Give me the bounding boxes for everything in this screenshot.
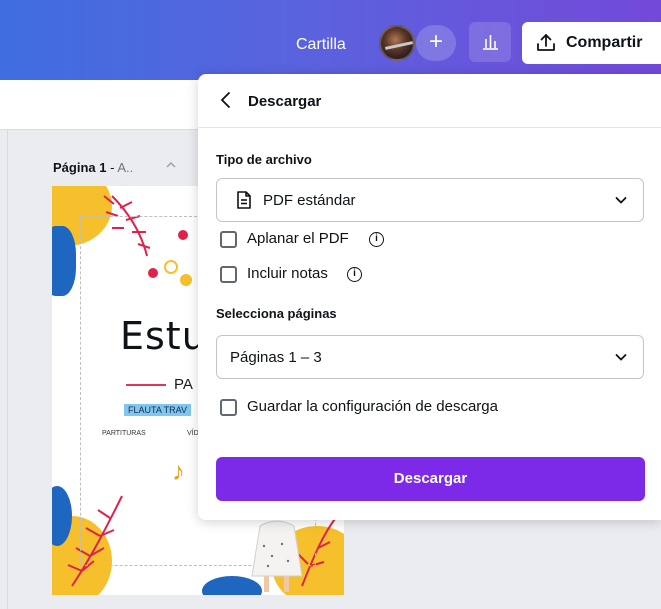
save-settings-checkbox[interactable]: [220, 399, 237, 416]
file-type-label: Tipo de archivo: [216, 152, 312, 167]
page-title-placeholder: A..: [117, 160, 134, 175]
design-title-text: Estu: [120, 314, 207, 358]
decor-arrow: [126, 384, 166, 386]
chevron-up-icon[interactable]: [164, 158, 178, 175]
design-small-text-left: PARTITURAS: [102, 430, 146, 437]
chevron-left-icon: [220, 92, 230, 108]
download-panel: Descargar Tipo de archivo PDF estándar A…: [198, 74, 661, 520]
design-subtitle-text: PA: [174, 376, 193, 393]
back-button[interactable]: [218, 90, 238, 112]
pages-value: Páginas 1 – 3: [230, 349, 322, 366]
panel-header: Descargar: [198, 74, 661, 128]
add-collaborator-button[interactable]: +: [416, 25, 456, 61]
flatten-pdf-label: Aplanar el PDF: [247, 230, 349, 247]
side-panel-edge: [0, 130, 8, 609]
share-button-label: Compartir: [566, 34, 643, 51]
document-title[interactable]: Cartilla: [296, 36, 346, 54]
file-type-value: PDF estándar: [263, 192, 356, 209]
insights-button[interactable]: [469, 22, 511, 62]
select-pages-label: Selecciona páginas: [216, 306, 337, 321]
include-notes-checkbox[interactable]: [220, 266, 237, 283]
design-tag: FLAUTA TRAV: [124, 404, 192, 416]
page-label[interactable]: Página 1 - A..: [53, 160, 133, 175]
bar-chart-icon: [483, 35, 498, 50]
file-type-select[interactable]: PDF estándar: [216, 178, 644, 222]
flatten-pdf-checkbox[interactable]: [220, 231, 237, 248]
save-settings-label: Guardar la configuración de descarga: [247, 398, 498, 415]
info-icon[interactable]: i: [347, 267, 362, 282]
top-bar: Cartilla + Compartir: [0, 0, 661, 80]
upload-icon: [537, 34, 555, 51]
chevron-down-icon: [615, 197, 627, 204]
pages-select[interactable]: Páginas 1 – 3: [216, 335, 644, 379]
user-avatar[interactable]: [379, 25, 415, 61]
include-notes-label: Incluir notas: [247, 265, 328, 282]
document-icon: [237, 191, 251, 209]
panel-title: Descargar: [248, 93, 322, 110]
download-button[interactable]: Descargar: [216, 457, 645, 501]
share-button[interactable]: Compartir: [522, 22, 661, 64]
chevron-down-icon: [615, 354, 627, 361]
music-note-icon: ♪: [172, 456, 185, 486]
page-label-separator: -: [106, 160, 118, 175]
page-number: Página 1: [53, 160, 107, 175]
info-icon[interactable]: i: [369, 232, 384, 247]
character-illustration: [251, 520, 303, 592]
design-small-text-right: VÍD: [187, 430, 199, 437]
